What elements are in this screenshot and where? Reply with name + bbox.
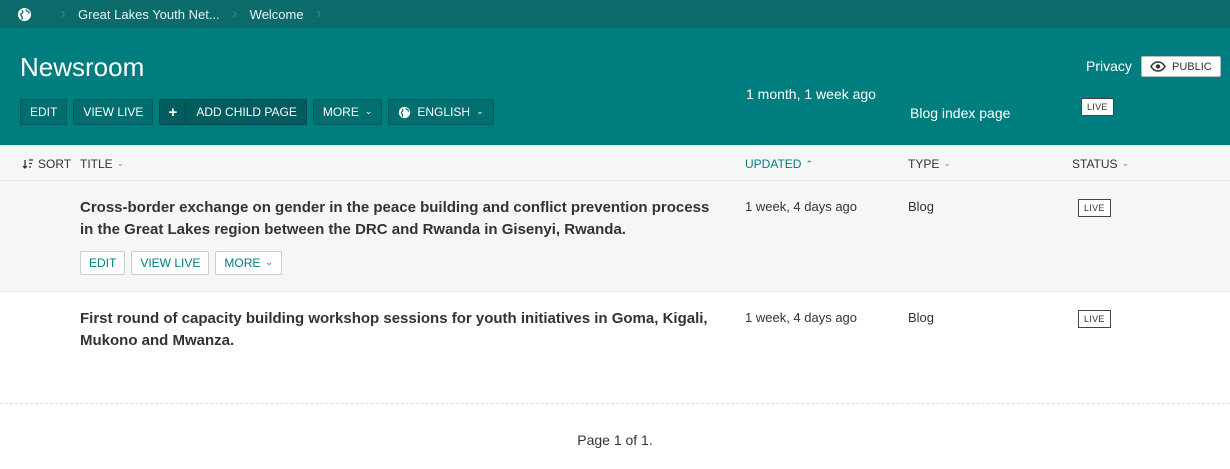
column-updated[interactable]: UPDATED ⌃ — [745, 157, 813, 171]
table-row: First round of capacity building worksho… — [0, 292, 1230, 404]
page-updated: 1 month, 1 week ago — [746, 86, 876, 102]
view-live-label: VIEW LIVE — [83, 105, 144, 119]
edit-button[interactable]: EDIT — [20, 99, 68, 125]
column-type[interactable]: TYPE ⌄ — [908, 157, 951, 171]
row-title-link[interactable]: Cross-border exchange on gender in the p… — [80, 197, 720, 241]
row-view-live-label: VIEW LIVE — [140, 256, 201, 270]
status-badge[interactable]: LIVE — [1078, 310, 1111, 328]
edit-label: EDIT — [30, 105, 58, 119]
sort-toggle[interactable]: SORT — [22, 157, 71, 171]
chevron-down-icon: ⌄ — [943, 157, 951, 168]
row-more-label: MORE — [224, 256, 261, 270]
chevron-up-icon: ⌃ — [805, 158, 813, 169]
globe-icon — [399, 106, 411, 118]
column-type-label: TYPE — [908, 157, 940, 171]
column-title-label: TITLE — [80, 157, 113, 171]
privacy-label: Privacy — [1086, 58, 1132, 74]
row-status: LIVE — [1078, 309, 1111, 328]
chevron-down-icon: ⌄ — [265, 256, 273, 267]
row-updated: 1 week, 4 days ago — [745, 199, 858, 214]
row-edit-label: EDIT — [89, 256, 117, 270]
chevron-down-icon: ⌄ — [116, 157, 125, 168]
status-badge[interactable]: LIVE — [1078, 199, 1111, 217]
language-dropdown[interactable]: ENGLISH ⌄ — [388, 99, 494, 125]
pagination-text: Page 1 of 1. — [577, 432, 653, 448]
row-type: Blog — [908, 310, 935, 325]
row-actions: EDIT VIEW LIVE MORE ⌄ — [80, 251, 282, 275]
breadcrumb-home[interactable] — [0, 0, 48, 28]
chevron-down-icon: ⌄ — [364, 105, 373, 116]
sort-icon — [22, 158, 33, 169]
breadcrumb-item-welcome[interactable]: Welcome — [250, 0, 304, 28]
table-header: SORT TITLE ⌄ UPDATED ⌃ TYPE ⌄ STATUS ⌄ — [0, 145, 1230, 181]
page-type: Blog index page — [910, 105, 1011, 121]
add-child-page-label: ADD CHILD PAGE — [196, 105, 297, 119]
privacy-button[interactable]: PUBLIC — [1141, 56, 1221, 77]
row-type: Blog — [908, 199, 935, 214]
language-label: ENGLISH — [417, 105, 471, 119]
add-child-page-button[interactable]: + ADD CHILD PAGE — [159, 99, 307, 125]
column-status-label: STATUS — [1072, 157, 1118, 171]
more-dropdown[interactable]: MORE ⌄ — [312, 99, 383, 125]
view-live-button[interactable]: VIEW LIVE — [73, 99, 154, 125]
page-actions: EDIT VIEW LIVE + ADD CHILD PAGE MORE ⌄ E… — [20, 99, 494, 125]
chevron-right-icon: › — [60, 5, 66, 22]
breadcrumb-item-site[interactable]: Great Lakes Youth Net... — [78, 0, 220, 28]
row-title-link[interactable]: First round of capacity building worksho… — [80, 308, 720, 352]
table-row: Cross-border exchange on gender in the p… — [0, 181, 1230, 292]
page-status: LIVE — [1081, 97, 1114, 116]
row-more-dropdown[interactable]: MORE ⌄ — [215, 251, 282, 275]
column-updated-label: UPDATED — [745, 157, 802, 171]
row-status: LIVE — [1078, 198, 1111, 217]
chevron-down-icon: ⌄ — [476, 105, 484, 116]
breadcrumb: › Great Lakes Youth Net... › Welcome › — [0, 0, 1230, 28]
chevron-right-icon: › — [231, 5, 238, 22]
globe-icon — [17, 7, 31, 21]
row-updated: 1 week, 4 days ago — [745, 310, 858, 325]
status-badge[interactable]: LIVE — [1081, 98, 1114, 116]
row-view-live-button[interactable]: VIEW LIVE — [131, 251, 210, 275]
sort-label: SORT — [38, 157, 72, 171]
eye-icon — [1150, 61, 1166, 72]
column-status[interactable]: STATUS ⌄ — [1072, 157, 1129, 171]
column-title[interactable]: TITLE ⌄ — [80, 157, 124, 171]
page-title: Newsroom — [20, 52, 145, 82]
chevron-right-icon: › — [315, 5, 322, 22]
privacy-value: PUBLIC — [1172, 60, 1212, 73]
chevron-down-icon: ⌄ — [1121, 157, 1130, 168]
plus-icon: + — [160, 100, 187, 124]
row-edit-button[interactable]: EDIT — [80, 251, 126, 275]
page-header: Newsroom EDIT VIEW LIVE + ADD CHILD PAGE… — [0, 28, 1230, 145]
more-label: MORE — [322, 105, 359, 119]
